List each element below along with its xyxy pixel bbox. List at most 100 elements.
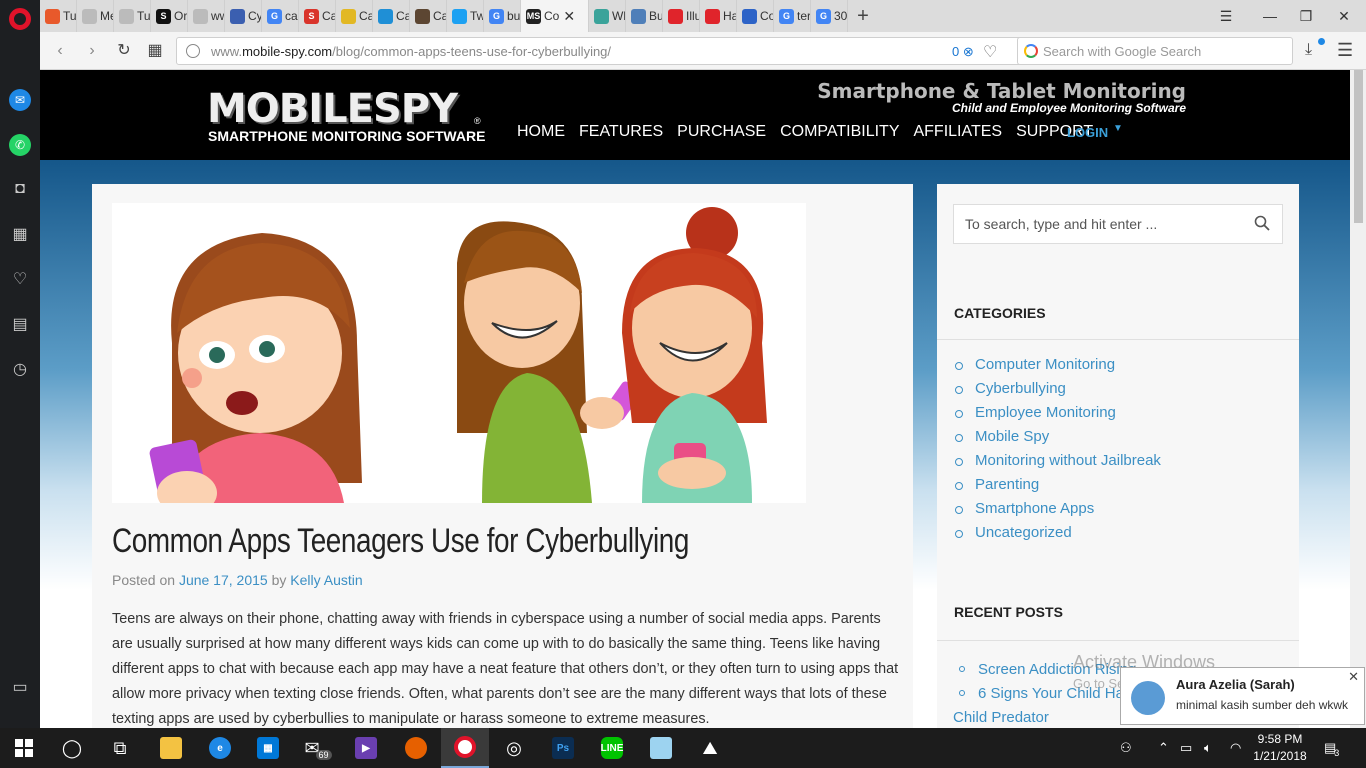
notification-toast[interactable]: Aura Azelia (Sarah) minimal kasih sumber… xyxy=(1120,667,1365,725)
nav-home[interactable]: HOME xyxy=(517,123,565,141)
browser-tab[interactable]: Bul xyxy=(626,0,663,32)
news-icon[interactable]: ▤ xyxy=(9,313,31,335)
browser-tab[interactable]: Car xyxy=(410,0,447,32)
divider xyxy=(937,339,1299,340)
login-link[interactable]: LOGIN xyxy=(1067,125,1108,140)
category-link[interactable]: Monitoring without Jailbreak xyxy=(955,449,1161,473)
line-icon[interactable]: LINE xyxy=(588,728,636,768)
store-icon[interactable]: ▦ xyxy=(244,728,292,768)
history-icon[interactable]: ◷ xyxy=(9,358,31,380)
easy-setup-icon[interactable]: ☰ xyxy=(1337,40,1353,61)
nav-features[interactable]: FEATURES xyxy=(579,123,663,141)
browser-tab[interactable]: Cyb xyxy=(225,0,262,32)
mail-icon[interactable]: ✉ 69 xyxy=(294,728,342,768)
browser-tab[interactable]: Car xyxy=(373,0,410,32)
browser-tab[interactable]: Wh xyxy=(589,0,626,32)
edge-icon[interactable]: e xyxy=(196,728,244,768)
tab-close-icon[interactable]: ✕ xyxy=(563,8,575,25)
browser-tab[interactable]: Illu xyxy=(663,0,700,32)
browser-tab[interactable]: MS Co ✕ xyxy=(521,0,589,32)
nav-purchase[interactable]: PURCHASE xyxy=(677,123,766,141)
people-icon[interactable]: ⚇ xyxy=(1120,728,1132,768)
whatsapp-icon[interactable]: ✆ xyxy=(9,134,31,156)
action-center-icon[interactable]: ▤ 3 xyxy=(1324,728,1339,768)
browser-tab[interactable]: Har xyxy=(700,0,737,32)
close-icon[interactable]: ✕ xyxy=(1348,669,1359,685)
close-window-button[interactable]: ✕ xyxy=(1322,0,1366,32)
opera-taskbar-icon[interactable] xyxy=(441,728,489,768)
search-icon[interactable] xyxy=(1254,215,1270,231)
adblock-badge[interactable]: 0 ⊗ xyxy=(952,44,974,60)
category-link[interactable]: Mobile Spy xyxy=(955,425,1161,449)
photoshop-icon[interactable]: Ps xyxy=(539,728,587,768)
tab-grid-icon[interactable]: ▦ xyxy=(145,41,165,61)
tab-favicon-icon xyxy=(378,8,393,24)
battery-icon[interactable]: ▭ xyxy=(1180,728,1192,768)
category-link[interactable]: Smartphone Apps xyxy=(955,497,1161,521)
wifi-icon[interactable]: ◠ xyxy=(1230,728,1241,768)
reload-button[interactable]: ↻ xyxy=(114,41,134,61)
category-link[interactable]: Cyberbullying xyxy=(955,377,1161,401)
tab-menu-icon[interactable]: ☰ xyxy=(1204,0,1248,32)
forward-button[interactable]: › xyxy=(82,41,102,61)
notes-icon[interactable] xyxy=(637,728,685,768)
site-logo[interactable]: MOBILESPY xyxy=(207,86,458,132)
start-button[interactable] xyxy=(0,728,48,768)
blog-search-input[interactable]: To search, type and hit enter ... xyxy=(953,204,1283,244)
search-field[interactable]: Search with Google Search xyxy=(1017,37,1293,65)
scroll-thumb[interactable] xyxy=(1354,70,1363,223)
browser-tab[interactable]: Gcara xyxy=(262,0,299,32)
category-link[interactable]: Employee Monitoring xyxy=(955,401,1161,425)
task-view-icon[interactable]: ⧉ xyxy=(96,728,144,768)
category-link[interactable]: Uncategorized xyxy=(955,521,1161,545)
messenger-icon[interactable]: ✉ xyxy=(9,89,31,111)
opera-menu-icon[interactable] xyxy=(9,8,31,30)
browser-tab[interactable]: Tut xyxy=(114,0,151,32)
browser-tab[interactable]: Car xyxy=(336,0,373,32)
post-date-link[interactable]: June 17, 2015 xyxy=(179,572,268,588)
browser-tab[interactable]: Tut xyxy=(40,0,77,32)
browser-tab[interactable]: SCar xyxy=(299,0,336,32)
page-scrollbar[interactable] xyxy=(1350,70,1366,728)
clock[interactable]: 9:58 PM 1/21/2018 xyxy=(1250,731,1310,765)
tray-chevron-icon[interactable]: ⌃ xyxy=(1158,728,1169,768)
browser-tab[interactable]: Gbul xyxy=(484,0,521,32)
nav-compatibility[interactable]: COMPATIBILITY xyxy=(780,123,899,141)
browser-tab[interactable]: Me xyxy=(77,0,114,32)
browser-tab[interactable]: Cou xyxy=(737,0,774,32)
author-link[interactable]: Kelly Austin xyxy=(290,572,362,588)
browser-tab[interactable]: Gterj xyxy=(774,0,811,32)
url-field[interactable]: www.mobile-spy.com/blog/common-apps-teen… xyxy=(176,37,1046,65)
browser-tab[interactable]: SOra xyxy=(151,0,188,32)
new-tab-button[interactable]: + xyxy=(848,5,878,28)
chevron-down-icon[interactable]: ▼ xyxy=(1113,123,1123,134)
address-bar: ‹ › ↻ ▦ www.mobile-spy.com/blog/common-a… xyxy=(40,32,1366,70)
tab-favicon-icon: S xyxy=(304,8,319,24)
bookmark-heart-icon[interactable]: ♡ xyxy=(983,42,997,62)
nav-affiliates[interactable]: AFFILIATES xyxy=(913,123,1002,141)
camera-icon[interactable]: ◘ xyxy=(9,178,31,200)
photos-icon[interactable]: ⛰ xyxy=(686,728,734,768)
file-explorer-icon[interactable] xyxy=(147,728,195,768)
app-icon[interactable]: ◎ xyxy=(490,728,538,768)
tab-favicon-icon xyxy=(230,8,245,24)
visual-studio-icon[interactable]: ▶ xyxy=(342,728,390,768)
tab-label: cara xyxy=(285,9,298,23)
speed-dial-icon[interactable]: ▦ xyxy=(9,223,31,245)
browser-tab[interactable]: Twi xyxy=(447,0,484,32)
tab-favicon-icon: G xyxy=(267,8,282,24)
tab-label: Har xyxy=(723,9,736,23)
category-link[interactable]: Computer Monitoring xyxy=(955,353,1161,377)
post-title: Common Apps Teenagers Use for Cyberbully… xyxy=(112,522,689,560)
sidebar-toggle-icon[interactable]: ▭ xyxy=(9,676,31,698)
volume-icon[interactable]: 🔈︎ xyxy=(1204,728,1212,768)
download-icon[interactable]: ⤓ xyxy=(1305,41,1312,59)
cortana-icon[interactable]: ◯ xyxy=(48,728,96,768)
browser-tab[interactable]: ww xyxy=(188,0,225,32)
firefox-icon[interactable] xyxy=(392,728,440,768)
browser-tab[interactable]: G300 xyxy=(811,0,848,32)
heart-icon[interactable]: ♡ xyxy=(9,268,31,290)
back-button[interactable]: ‹ xyxy=(50,41,70,61)
category-link[interactable]: Parenting xyxy=(955,473,1161,497)
tab-favicon-icon xyxy=(452,8,467,24)
